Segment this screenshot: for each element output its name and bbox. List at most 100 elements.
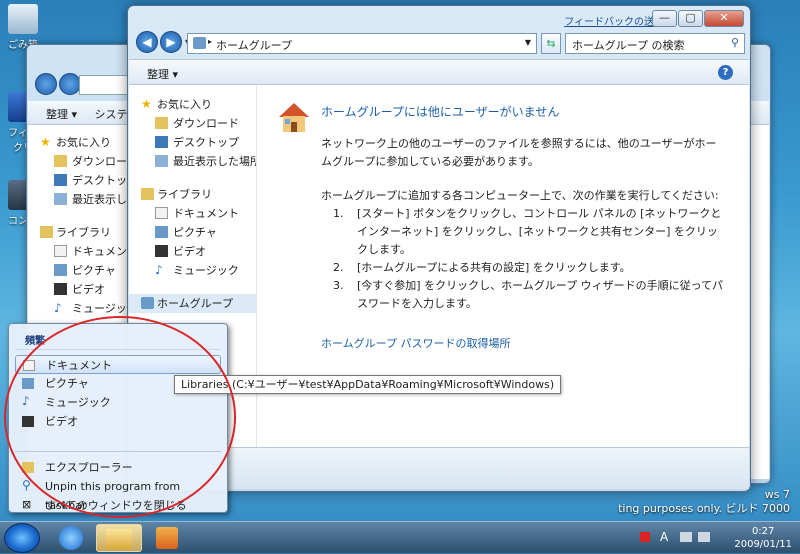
jumplist-item-videos[interactable]: ビデオ bbox=[15, 412, 221, 431]
explorer-folder-icon bbox=[22, 462, 34, 473]
nav-label: ミュージック bbox=[72, 302, 132, 315]
nav-homegroup[interactable]: ホームグループ bbox=[129, 294, 256, 313]
steps-intro: ホームグループに追加する各コンピューター上で、次の作業を実行してください: bbox=[321, 189, 719, 202]
jumplist-task-explorer[interactable]: エクスプローラー bbox=[15, 458, 221, 477]
minimize-button[interactable]: — bbox=[652, 10, 677, 27]
clock-time: 0:27 bbox=[751, 526, 775, 537]
libraries-tooltip: Libraries (C:¥ユーザー¥test¥AppData¥Roaming¥… bbox=[174, 375, 562, 394]
nav-music[interactable]: ♪ ミュージック bbox=[28, 299, 132, 318]
desktop-icon bbox=[54, 174, 67, 186]
nav-label: ドキュメント bbox=[173, 207, 239, 220]
jumplist-item-documents[interactable]: ドキュメント bbox=[15, 355, 221, 374]
recent-places-icon bbox=[155, 155, 168, 167]
libraries-icon bbox=[40, 226, 53, 238]
system-menu[interactable]: システ bbox=[95, 108, 128, 121]
nav-videos[interactable]: ビデオ bbox=[129, 242, 256, 261]
ime-icon[interactable]: A bbox=[660, 530, 668, 544]
password-location-link[interactable]: ホームグループ パスワードの取得場所 bbox=[321, 335, 725, 353]
jumplist-category: 頻繁 bbox=[15, 324, 221, 350]
nav-libraries[interactable]: ライブラリ bbox=[129, 185, 256, 204]
jumplist-label: ビデオ bbox=[45, 415, 78, 428]
music-icon: ♪ bbox=[155, 263, 163, 277]
nav-label: ピクチャ bbox=[173, 226, 217, 239]
jumplist-label: エクスプローラー bbox=[45, 461, 133, 474]
documents-icon bbox=[54, 245, 67, 257]
music-icon: ♪ bbox=[54, 301, 62, 315]
refresh-button[interactable]: ⇆ bbox=[541, 33, 561, 54]
nav-label: ミュージック bbox=[173, 264, 239, 277]
nav-libraries[interactable]: ライブラリ bbox=[28, 223, 132, 242]
nav-recent[interactable]: 最近表示した bbox=[28, 190, 132, 209]
breadcrumb-homegroup[interactable]: ホームグループ bbox=[216, 39, 292, 52]
nav-documents[interactable]: ドキュメント bbox=[129, 204, 256, 223]
help-icon[interactable]: ? bbox=[718, 65, 733, 80]
action-center-flag-icon[interactable] bbox=[640, 532, 650, 542]
nav-favorites[interactable]: ★ お気に入り bbox=[28, 133, 132, 152]
step-item: [今すぐ参加] をクリックし、ホームグループ ウィザードの手順に従ってパスワード… bbox=[347, 277, 725, 313]
nav-favorites[interactable]: ★ お気に入り bbox=[129, 95, 256, 114]
search-placeholder: ホームグループ の検索 bbox=[572, 39, 685, 52]
close-button[interactable]: ✕ bbox=[704, 10, 744, 27]
maximize-button[interactable]: ▢ bbox=[678, 10, 703, 27]
nav-label: ダウンロード bbox=[173, 117, 239, 130]
nav-downloads[interactable]: ダウンロード bbox=[129, 114, 256, 133]
nav-buttons: ◀ ▶ ▼ bbox=[136, 31, 191, 53]
nav-label: ライブラリ bbox=[157, 188, 212, 201]
jumplist-separator bbox=[15, 451, 221, 452]
taskbar-explorer-button[interactable] bbox=[96, 524, 142, 552]
jumplist-task-unpin[interactable]: ⚲ Unpin this program from taskbar bbox=[15, 477, 221, 512]
nav-label: デスクトップ bbox=[173, 136, 239, 149]
clock-date: 2009/01/11 bbox=[734, 539, 792, 550]
jumplist-task-close-all[interactable]: ⊠ すべてのウィンドウを閉じる bbox=[15, 496, 221, 515]
nav-desktop[interactable]: デスクトップ bbox=[129, 133, 256, 152]
address-bar[interactable]: ▸ ホームグループ ▼ bbox=[187, 33, 537, 54]
nav-label: 最近表示した場所 bbox=[173, 155, 256, 168]
nav-label: お気に入り bbox=[56, 136, 111, 149]
nav-downloads[interactable]: ダウンロード bbox=[28, 152, 132, 171]
documents-icon bbox=[23, 360, 35, 371]
steps-list: [スタート] ボタンをクリックし、コントロール パネルの [ネットワークとインタ… bbox=[321, 205, 725, 313]
desktop-icon bbox=[155, 136, 168, 148]
forward-button[interactable]: ▶ bbox=[160, 31, 182, 53]
search-input[interactable]: ホームグループ の検索 ⚲ bbox=[565, 33, 745, 54]
pictures-icon bbox=[22, 378, 34, 389]
back-button[interactable] bbox=[35, 73, 57, 95]
nav-label: ダウンロード bbox=[72, 155, 132, 168]
jumplist-item-music[interactable]: ♪ ミュージック bbox=[15, 393, 221, 412]
taskbar-ie-button[interactable] bbox=[48, 524, 94, 552]
feedback-link[interactable]: フィードバックの送信 bbox=[564, 13, 664, 28]
network-icon[interactable] bbox=[680, 532, 692, 542]
explorer-folder-icon bbox=[106, 529, 132, 549]
taskbar: A 0:27 2009/01/11 bbox=[0, 521, 800, 553]
content-heading: ホームグループには他にユーザーがいません bbox=[321, 105, 560, 119]
start-button[interactable] bbox=[4, 523, 40, 553]
close-all-icon: ⊠ bbox=[22, 498, 32, 511]
notification-area: A 0:27 2009/01/11 bbox=[630, 522, 800, 554]
nav-label: デスクトップ bbox=[72, 174, 132, 187]
nav-pictures[interactable]: ピクチャ bbox=[28, 261, 132, 280]
nav-label: ビデオ bbox=[72, 283, 105, 296]
back-button[interactable]: ◀ bbox=[136, 31, 158, 53]
nav-label: ホームグループ bbox=[157, 297, 234, 310]
nav-music[interactable]: ♪ ミュージック bbox=[129, 261, 256, 280]
organize-menu[interactable]: 整理 ▾ bbox=[147, 68, 178, 81]
nav-documents[interactable]: ドキュメント bbox=[28, 242, 132, 261]
organize-menu[interactable]: 整理 ▾ bbox=[46, 108, 77, 121]
downloads-folder-icon bbox=[54, 155, 67, 167]
nav-label: ドキュメント bbox=[72, 245, 132, 258]
volume-icon[interactable] bbox=[698, 532, 710, 542]
unpin-icon: ⚲ bbox=[22, 478, 31, 492]
address-dropdown-icon[interactable]: ▼ bbox=[525, 38, 531, 47]
search-icon: ⚲ bbox=[730, 36, 739, 49]
nav-desktop[interactable]: デスクトップ bbox=[28, 171, 132, 190]
clock[interactable]: 0:27 2009/01/11 bbox=[734, 525, 792, 551]
media-player-icon bbox=[156, 527, 178, 549]
taskbar-media-player-button[interactable] bbox=[144, 524, 190, 552]
nav-pictures[interactable]: ピクチャ bbox=[129, 223, 256, 242]
forward-button[interactable] bbox=[59, 73, 81, 95]
nav-videos[interactable]: ビデオ bbox=[28, 280, 132, 299]
libraries-icon bbox=[141, 188, 154, 200]
window-controls: — ▢ ✕ bbox=[652, 10, 744, 27]
videos-icon bbox=[22, 416, 34, 427]
nav-recent[interactable]: 最近表示した場所 bbox=[129, 152, 256, 171]
